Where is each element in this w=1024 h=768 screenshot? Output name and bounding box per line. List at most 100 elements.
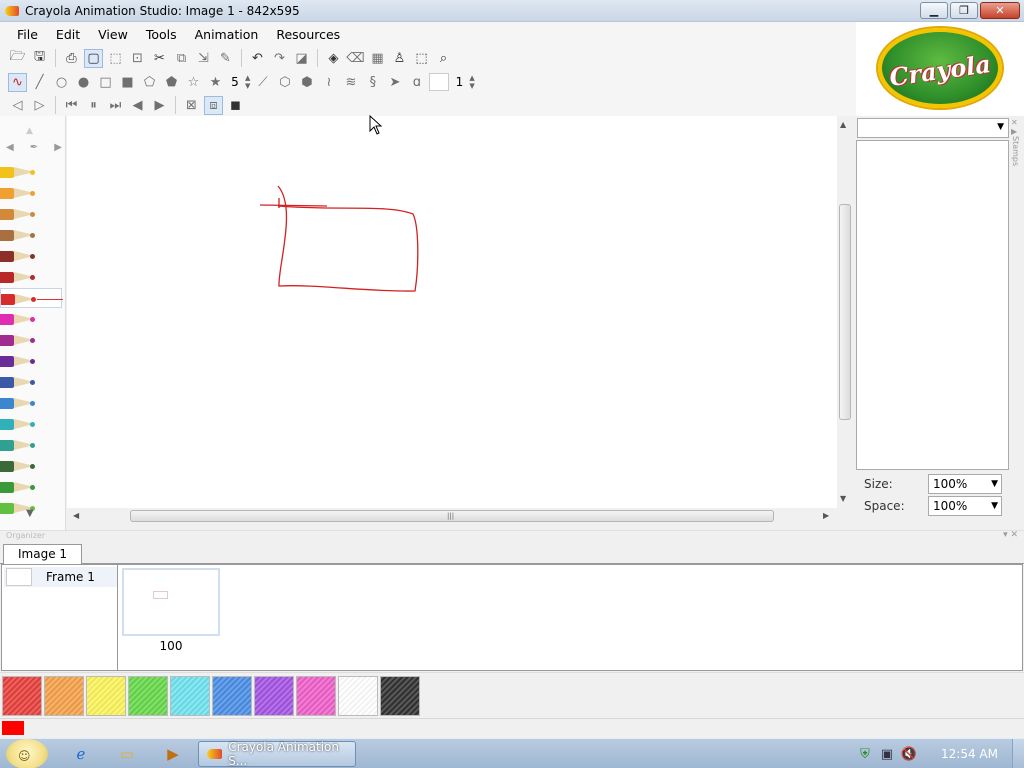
cut-icon[interactable]: ✂ [150,49,169,68]
scroll-down-icon[interactable]: ▼ [26,508,34,519]
show-desktop-button[interactable] [1012,739,1024,768]
crayon-color[interactable] [0,204,62,224]
menu-animation[interactable]: Animation [186,27,268,42]
layer-icon[interactable]: ◼ [226,96,245,115]
size-select[interactable]: 100% ▼ [928,474,1002,494]
fill-icon[interactable]: ◈ [324,49,343,68]
freehand-icon[interactable]: ∿ [8,72,27,92]
horizontal-scroll-thumb[interactable]: ||| [130,510,774,522]
menu-view[interactable]: View [89,27,137,42]
zoom-icon[interactable]: ⌕ [434,49,453,68]
palette-swatch[interactable] [338,676,378,716]
folder-icon[interactable]: ▭ [116,744,138,764]
palette-swatch[interactable] [2,676,42,716]
stamp-icon[interactable]: ♙ [390,49,409,68]
maximize-button[interactable]: ❐ [950,2,978,19]
expand-panel-icon[interactable]: ▶ [1011,127,1024,136]
crayon-color[interactable] [0,477,62,497]
select-icon[interactable]: ⬚ [106,49,125,68]
frame-thumbnail[interactable] [122,568,220,636]
palette-swatch[interactable] [128,676,168,716]
crayon-color[interactable] [0,372,62,392]
first-frame-icon[interactable]: ⏮ [62,96,81,115]
new-page-icon[interactable]: ▢ [84,48,103,68]
curve-icon[interactable]: ≀ [319,73,338,92]
scroll-up-arrow-icon[interactable]: ▲ [840,120,846,129]
move-frame-back-icon[interactable]: ◀ [128,96,147,115]
media-player-icon[interactable]: ▶ [162,744,184,764]
crayon-color[interactable] [0,393,62,413]
palette-swatch[interactable] [254,676,294,716]
previous-tool-icon[interactable]: ◀ [6,142,14,158]
next-tool-icon[interactable]: ▶ [54,142,62,158]
volume-muted-icon[interactable]: 🔇 [898,747,920,762]
palette-swatch[interactable] [212,676,252,716]
horizontal-scrollbar[interactable]: ◀ ||| ▶ [67,508,837,524]
crayon-color[interactable] [0,162,62,182]
stamp-category-select[interactable]: ▼ [857,118,1009,138]
square-outline-icon[interactable]: □ [96,73,115,92]
palette-swatch[interactable] [380,676,420,716]
line-icon[interactable]: ╱ [30,73,49,92]
last-frame-icon[interactable]: ⏭ [106,96,125,115]
close-button[interactable]: ✕ [980,2,1020,19]
curve-filled-icon[interactable]: § [363,73,382,92]
frame-list-item[interactable]: Frame 1 [4,567,117,587]
menu-file[interactable]: File [0,27,47,42]
text-icon[interactable]: ɑ [407,73,426,92]
crayon-color[interactable] [0,414,62,434]
brush-size-stepper[interactable]: ▲ ▼ [245,74,250,90]
crayon-color[interactable] [0,183,62,203]
circle-filled-icon[interactable]: ● [74,73,93,92]
organizer-controls-icon[interactable]: ▾ ✕ [1003,530,1018,540]
polygon-icon[interactable]: ⬡ [275,73,294,92]
curve-alt-icon[interactable]: ≋ [341,73,360,92]
crayon-color[interactable] [0,246,62,266]
scroll-left-arrow-icon[interactable]: ◀ [73,511,79,520]
crayon-color[interactable] [0,435,62,455]
pen-tool-icon[interactable]: ✒ [30,142,38,158]
taskbar-app-button[interactable]: Crayola Animation S... [198,740,356,768]
eyedropper-icon[interactable]: ✎ [216,49,235,68]
gradient-icon[interactable]: ◪ [292,49,311,68]
scroll-right-arrow-icon[interactable]: ▶ [823,511,829,520]
start-button[interactable]: ☺ [6,739,48,768]
save-icon[interactable]: 🖫 [30,49,49,68]
open-icon[interactable]: 🗁 [8,49,27,68]
crayon-color[interactable] [0,351,62,371]
onion-skin-icon[interactable]: ⧈ [204,95,223,115]
arrow-shape-icon[interactable]: ➤ [385,73,404,92]
pentagon-outline-icon[interactable]: ⬠ [140,73,159,92]
scroll-down-arrow-icon[interactable]: ▼ [840,494,846,503]
eraser-icon[interactable]: ⌫ [346,49,365,68]
space-select[interactable]: 100% ▼ [928,496,1002,516]
security-icon[interactable]: ⛨ [854,747,876,762]
vertical-scrollbar[interactable]: ▲ ▼ [837,116,853,508]
menu-edit[interactable]: Edit [47,27,89,42]
crayon-color[interactable] [0,309,62,329]
palette-swatch[interactable] [296,676,336,716]
palette-swatch[interactable] [170,676,210,716]
crayon-color[interactable] [0,225,62,245]
texture-icon[interactable]: ▦ [368,49,387,68]
redo-icon[interactable]: ↷ [270,49,289,68]
marquee-icon[interactable]: ⬚ [412,49,431,68]
scroll-up-icon[interactable]: ▲ [26,126,33,136]
paste-icon[interactable]: ⇲ [194,49,213,68]
next-icon[interactable]: ▷ [30,96,49,115]
frame-number-stepper[interactable]: ▲ ▼ [469,74,474,90]
crayon-color[interactable] [0,330,62,350]
copy-icon[interactable]: ⧉ [172,49,191,68]
polygon-filled-icon[interactable]: ⬢ [297,73,316,92]
network-icon[interactable]: ▣ [876,747,898,762]
stamps-side-tab[interactable]: ✕ ▶ Stamps [1011,118,1024,228]
close-panel-icon[interactable]: ✕ [1011,118,1024,127]
vertical-scroll-thumb[interactable] [839,204,851,420]
clock[interactable]: 12:54 AM [941,747,998,761]
internet-explorer-icon[interactable]: ℯ [70,744,92,764]
crop-icon[interactable]: ⊡ [128,49,147,68]
palette-swatch[interactable] [86,676,126,716]
stamp-preview-box[interactable] [856,140,1009,470]
move-frame-forward-icon[interactable]: ▶ [150,96,169,115]
menu-tools[interactable]: Tools [137,27,186,42]
